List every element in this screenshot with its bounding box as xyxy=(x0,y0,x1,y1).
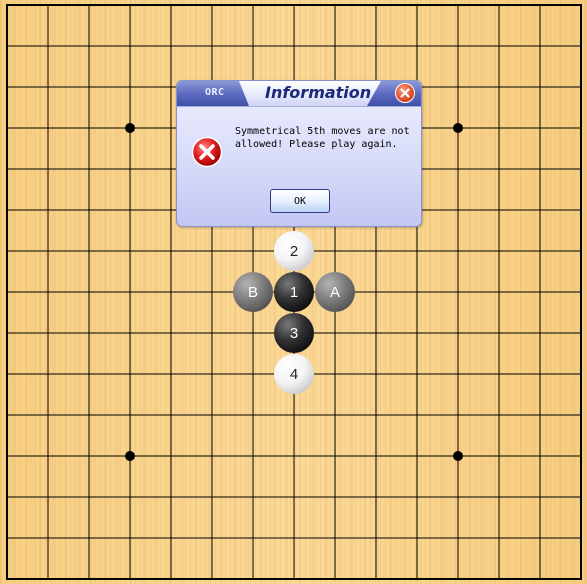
stone-a[interactable]: A xyxy=(315,272,355,312)
message-line-2: allowed! Please play again. xyxy=(235,139,398,150)
brand-logo: ORC xyxy=(205,87,225,98)
dialog-titlebar[interactable]: ORC Information xyxy=(177,81,421,107)
star-point xyxy=(453,451,463,461)
message-line-1: Symmetrical 5th moves are not xyxy=(235,126,410,137)
star-point xyxy=(453,123,463,133)
information-dialog: ORC Information Symmetrical 5th moves ar… xyxy=(176,80,422,227)
stone-2: 2 xyxy=(274,231,314,271)
close-button[interactable] xyxy=(395,83,415,103)
dialog-title: Information xyxy=(265,83,372,102)
close-icon xyxy=(400,88,410,98)
stone-3: 3 xyxy=(274,313,314,353)
ok-button[interactable]: OK xyxy=(270,189,330,213)
error-icon xyxy=(191,136,223,168)
dialog-message: Symmetrical 5th moves are not allowed! P… xyxy=(235,125,417,151)
star-point xyxy=(125,123,135,133)
stone-4: 4 xyxy=(274,354,314,394)
star-point xyxy=(125,451,135,461)
stone-b[interactable]: B xyxy=(233,272,273,312)
stone-1: 1 xyxy=(274,272,314,312)
